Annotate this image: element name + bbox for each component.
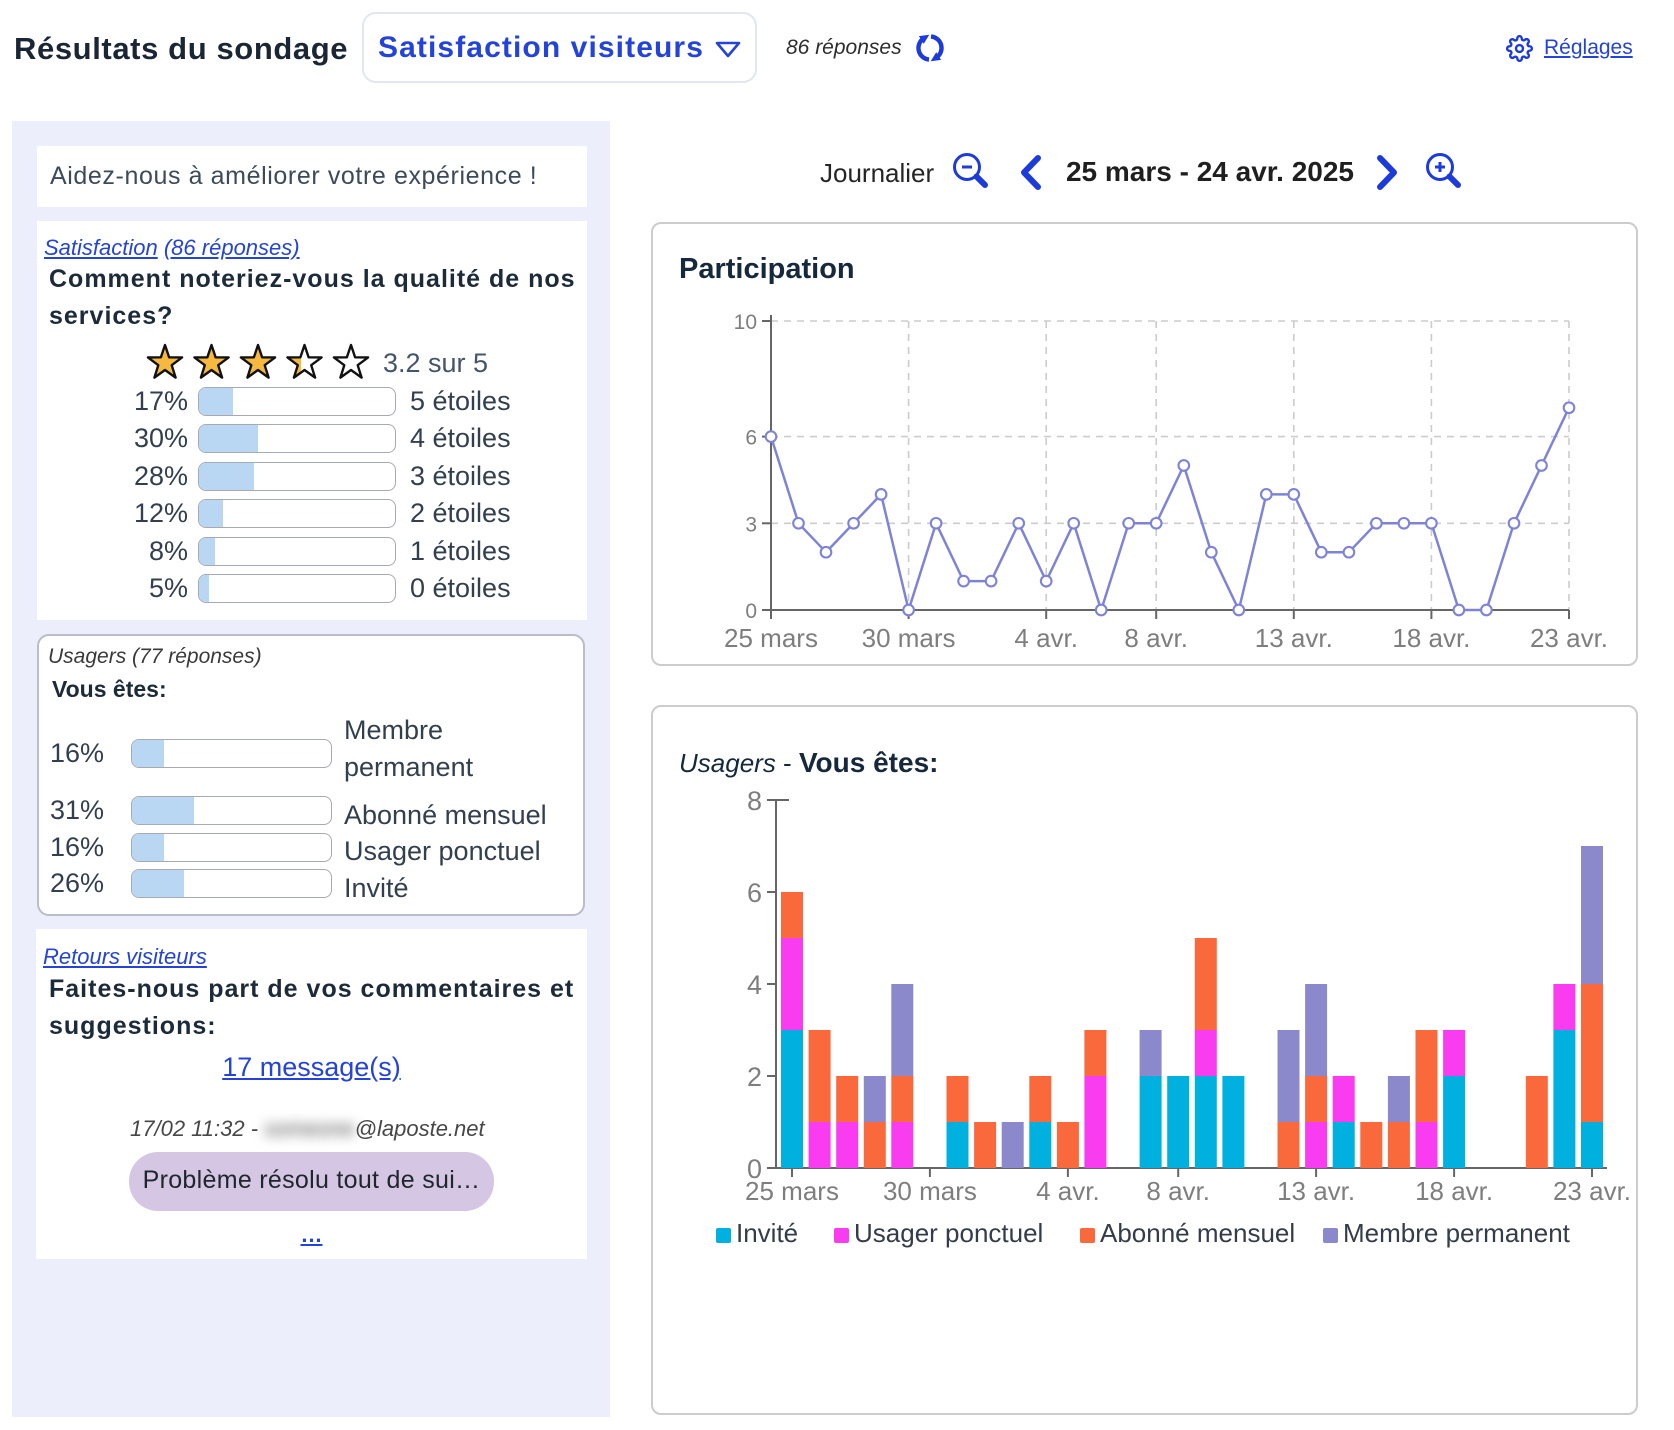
svg-text:3: 3 — [745, 513, 757, 536]
svg-text:6: 6 — [745, 427, 757, 450]
svg-text:13 avr.: 13 avr. — [1255, 623, 1333, 653]
svg-text:25 mars: 25 mars — [745, 1176, 839, 1206]
svg-text:23 avr.: 23 avr. — [1530, 623, 1608, 653]
svg-text:2: 2 — [747, 1062, 762, 1092]
svg-text:4 avr.: 4 avr. — [1036, 1176, 1100, 1206]
svg-text:23 avr.: 23 avr. — [1553, 1176, 1631, 1206]
svg-text:18 avr.: 18 avr. — [1392, 623, 1470, 653]
svg-text:Usager ponctuel: Usager ponctuel — [854, 1218, 1043, 1248]
svg-text:Membre permanent: Membre permanent — [1343, 1218, 1571, 1248]
svg-text:30 mars: 30 mars — [883, 1176, 977, 1206]
svg-text:18 avr.: 18 avr. — [1415, 1176, 1493, 1206]
svg-text:4: 4 — [747, 970, 762, 1000]
svg-text:8: 8 — [747, 786, 762, 816]
svg-text:0: 0 — [745, 600, 757, 623]
svg-text:25 mars: 25 mars — [724, 623, 818, 653]
svg-text:10: 10 — [734, 311, 757, 334]
svg-text:4 avr.: 4 avr. — [1014, 623, 1078, 653]
svg-text:6: 6 — [747, 878, 762, 908]
svg-text:8 avr.: 8 avr. — [1146, 1176, 1210, 1206]
svg-text:Invité: Invité — [736, 1218, 798, 1248]
svg-text:30 mars: 30 mars — [862, 623, 956, 653]
svg-text:13 avr.: 13 avr. — [1277, 1176, 1355, 1206]
svg-text:8 avr.: 8 avr. — [1124, 623, 1188, 653]
svg-text:Abonné mensuel: Abonné mensuel — [1100, 1218, 1295, 1248]
